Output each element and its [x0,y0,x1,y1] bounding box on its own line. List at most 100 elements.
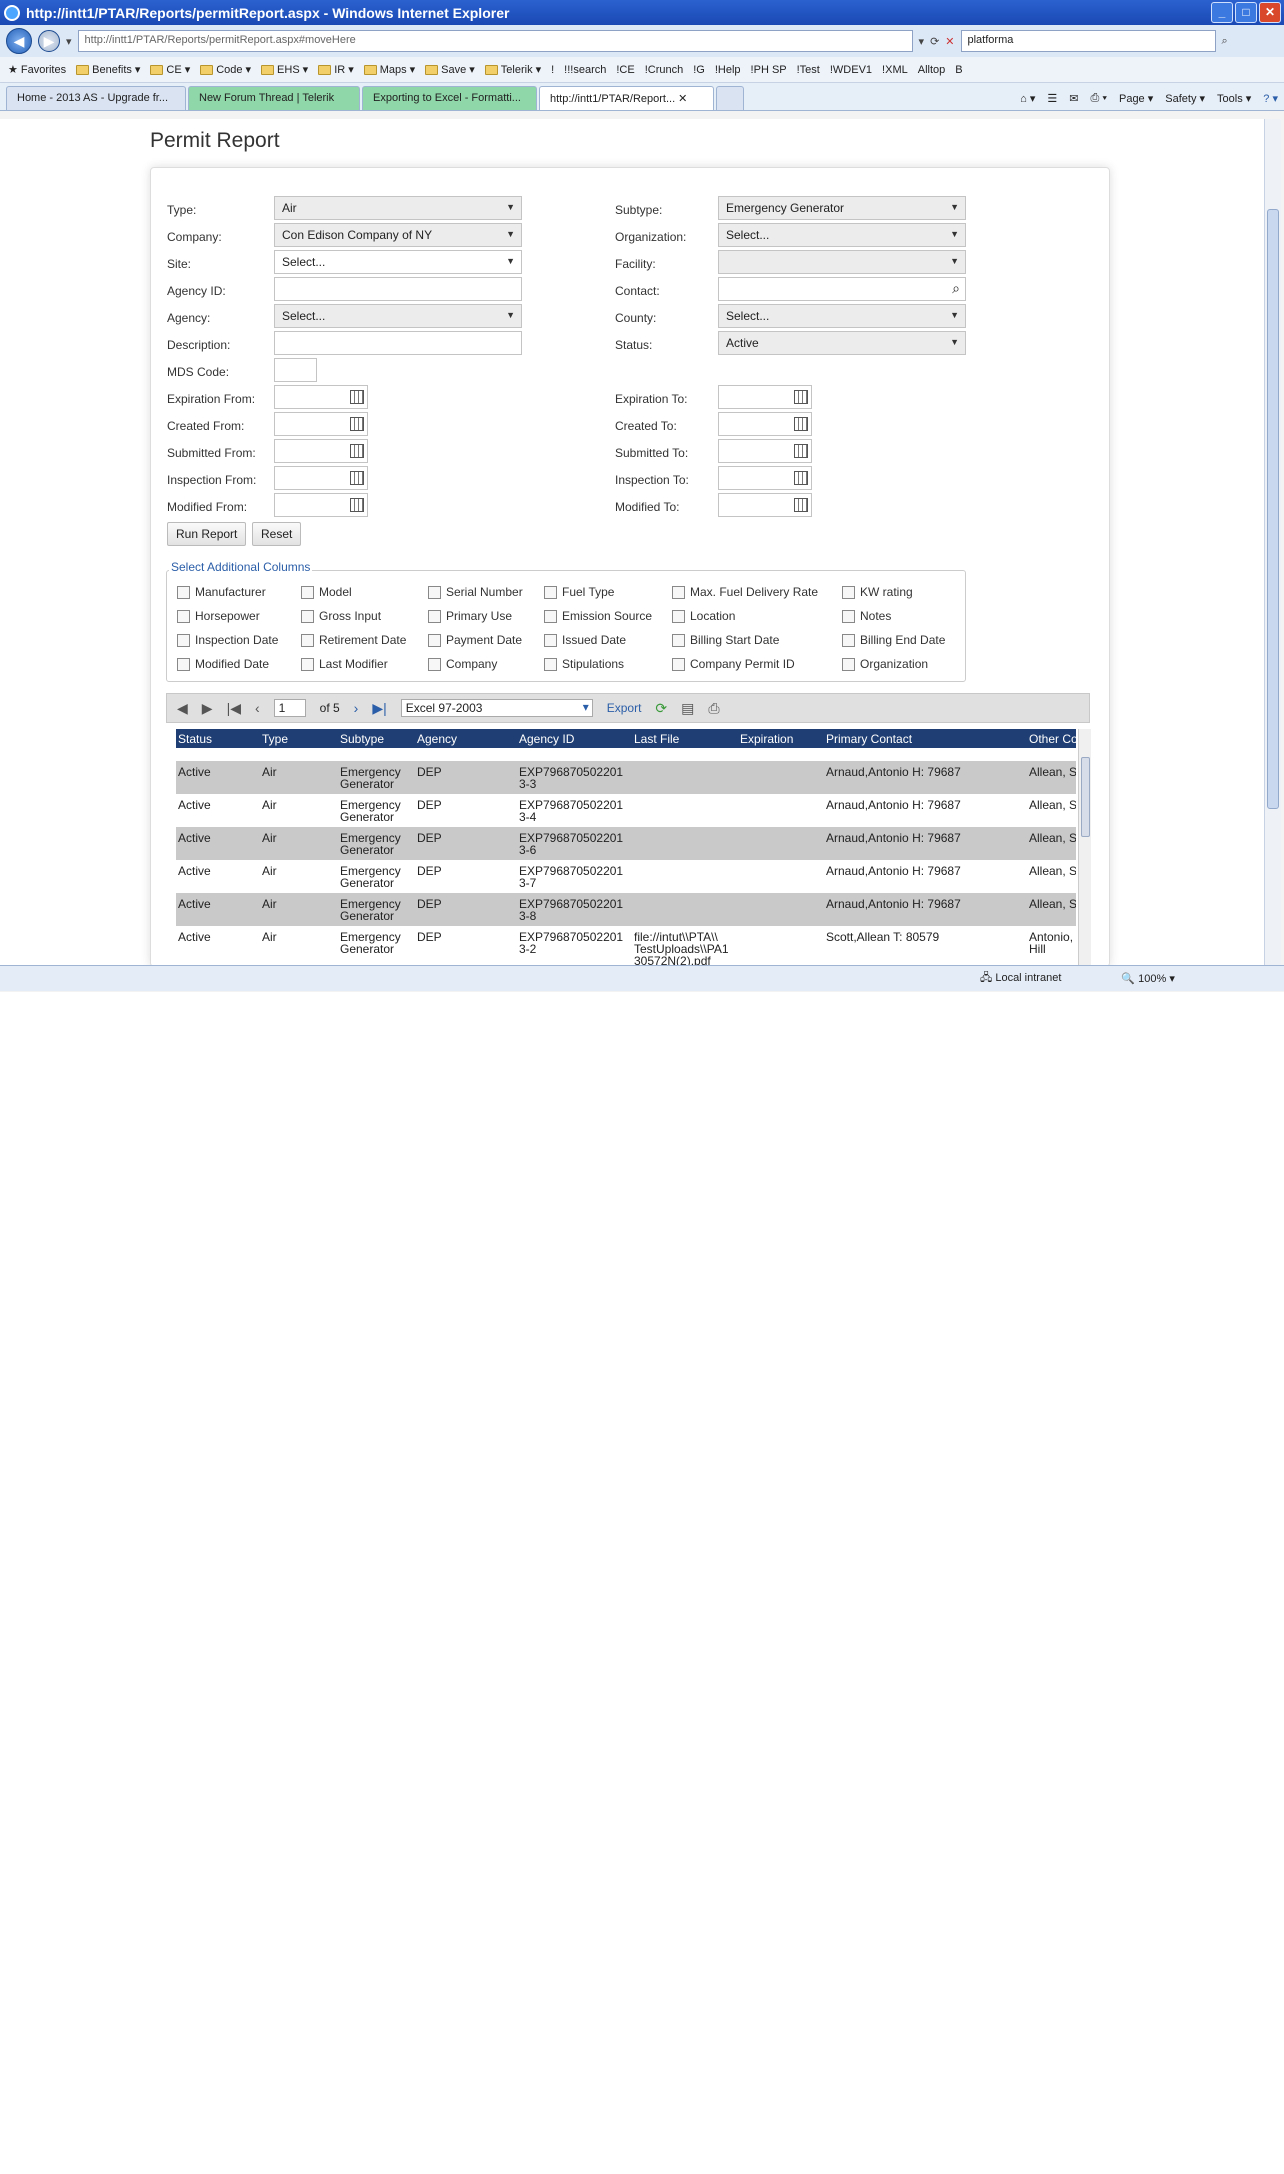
agency-select[interactable]: Select... [274,304,522,328]
maximize-button[interactable]: □ [1235,2,1257,23]
organization-select[interactable]: Select... [718,223,966,247]
modified-from-input[interactable] [274,493,368,517]
calendar-icon[interactable] [350,444,364,458]
reset-button[interactable]: Reset [252,522,302,546]
prev-circle-icon[interactable]: ◀ [177,700,188,717]
fav-crunch[interactable]: !Crunch [645,64,684,76]
mds-code-input[interactable] [274,358,317,382]
tab-home-2013[interactable]: Home - 2013 AS - Upgrade fr... [6,86,186,110]
page-scroll-thumb[interactable] [1267,209,1279,809]
col-model-checkbox[interactable]: Model [301,585,352,599]
calendar-icon[interactable] [350,417,364,431]
export-link[interactable]: Export [607,701,642,715]
col-serial-number-checkbox[interactable]: Serial Number [428,585,523,599]
contact-search-icon[interactable]: ⌕ [952,280,960,297]
fav-test[interactable]: !Test [797,64,820,76]
fav-g[interactable]: !G [693,64,705,76]
zoom-level[interactable]: 🔍 100% ▾ [1121,972,1174,985]
col-header-subtype[interactable]: Subtype [338,729,415,748]
subtype-select[interactable]: Emergency Generator [718,196,966,220]
history-dropdown-icon[interactable]: ▾ [66,35,72,48]
type-select[interactable]: Air [274,196,522,220]
fav-bang[interactable]: ! [551,64,554,76]
prev-page-icon[interactable]: ‹ [255,700,260,716]
facility-select[interactable] [718,250,966,274]
fav-search[interactable]: !!!search [564,64,606,76]
col-max-fuel-delivery-rate-checkbox[interactable]: Max. Fuel Delivery Rate [672,585,818,599]
close-button[interactable]: ✕ [1259,2,1281,23]
calendar-icon[interactable] [794,471,808,485]
col-payment-date-checkbox[interactable]: Payment Date [428,633,522,647]
tab-new-forum-thread[interactable]: New Forum Thread | Telerik [188,86,360,110]
col-location-checkbox[interactable]: Location [672,609,735,623]
refresh-icon[interactable]: ⟳ [930,35,939,48]
fav-ph-sp[interactable]: !PH SP [751,64,787,76]
help-icon[interactable]: ? ▾ [1263,92,1278,105]
col-retirement-date-checkbox[interactable]: Retirement Date [301,633,406,647]
col-emission-source-checkbox[interactable]: Emission Source [544,609,652,623]
agency-id-input[interactable] [274,277,522,301]
calendar-icon[interactable] [794,417,808,431]
company-select[interactable]: Con Edison Company of NY [274,223,522,247]
expiration-to-input[interactable] [718,385,812,409]
fav-b[interactable]: B [955,64,962,76]
fav-maps[interactable]: Maps ▾ [363,63,415,76]
inspection-to-input[interactable] [718,466,812,490]
next-page-icon[interactable]: › [354,700,359,716]
page-number-input[interactable]: 1 [273,699,306,717]
col-billing-start-date-checkbox[interactable]: Billing Start Date [672,633,779,647]
stop-icon[interactable]: ✕ [945,35,954,48]
table-row[interactable]: Active Air Emergency Generator DEP EXP796870… [176,926,1076,965]
print-icon[interactable]: ⎙ ▾ [1091,92,1107,105]
contact-input[interactable]: ⌕ [718,277,966,301]
col-issued-date-checkbox[interactable]: Issued Date [544,633,626,647]
inspection-from-input[interactable] [274,466,368,490]
page-menu[interactable]: Page ▾ [1119,92,1153,105]
security-zone[interactable]: 🖧 Local intranet [980,969,1061,988]
col-gross-input-checkbox[interactable]: Gross Input [301,609,381,623]
fav-ir[interactable]: IR ▾ [318,63,354,76]
export-file-icon[interactable]: ▤ [681,700,694,717]
fav-benefits[interactable]: Benefits ▾ [76,63,140,76]
mail-icon[interactable]: ✉ [1069,92,1078,105]
expiration-from-input[interactable] [274,385,368,409]
col-header-expiration[interactable]: Expiration [738,729,824,748]
forward-button[interactable]: ▶ [38,30,60,52]
table-row[interactable]: Active Air Emergency Generator DEP EXP796870… [176,827,1076,860]
calendar-icon[interactable] [794,498,808,512]
col-horsepower-checkbox[interactable]: Horsepower [177,609,260,623]
search-icon[interactable]: ⌕ [1222,35,1228,48]
site-select[interactable]: Select... [274,250,522,274]
tools-menu[interactable]: Tools ▾ [1217,92,1251,105]
home-icon[interactable]: ⌂ ▾ [1020,92,1035,105]
description-input[interactable] [274,331,522,355]
col-modified-date-checkbox[interactable]: Modified Date [177,657,269,671]
new-tab-button[interactable] [716,86,744,110]
col-last-modifier-checkbox[interactable]: Last Modifier [301,657,388,671]
feeds-icon[interactable]: ☰ [1047,92,1057,105]
county-select[interactable]: Select... [718,304,966,328]
table-row[interactable]: Active Air Emergency Generator DEP EXP796870… [176,794,1076,827]
modified-to-input[interactable] [718,493,812,517]
back-button[interactable]: ◀ [6,28,32,54]
col-kw-rating-checkbox[interactable]: KW rating [842,585,913,599]
created-from-input[interactable] [274,412,368,436]
page-scrollbar[interactable] [1264,119,1281,965]
fav-code[interactable]: Code ▾ [200,63,251,76]
col-fuel-type-checkbox[interactable]: Fuel Type [544,585,614,599]
first-page-icon[interactable]: |◀ [227,700,241,717]
fav-telerik[interactable]: Telerik ▾ [484,63,541,76]
minimize-button[interactable]: _ [1211,2,1233,23]
submitted-to-input[interactable] [718,439,812,463]
fav-ce[interactable]: CE ▾ [150,63,190,76]
calendar-icon[interactable] [350,390,364,404]
last-page-icon[interactable]: ▶| [372,700,386,717]
col-company-permit-id-checkbox[interactable]: Company Permit ID [672,657,795,671]
col-organization-checkbox[interactable]: Organization [842,657,928,671]
next-circle-icon[interactable]: ▶ [202,700,213,717]
fav-alltop[interactable]: Alltop [918,64,946,76]
table-row[interactable]: Active Air Emergency Generator DEP EXP796870… [176,860,1076,893]
run-report-button[interactable]: Run Report [167,522,247,546]
col-stipulations-checkbox[interactable]: Stipulations [544,657,624,671]
refresh-grid-icon[interactable]: ⟳ [655,700,667,717]
